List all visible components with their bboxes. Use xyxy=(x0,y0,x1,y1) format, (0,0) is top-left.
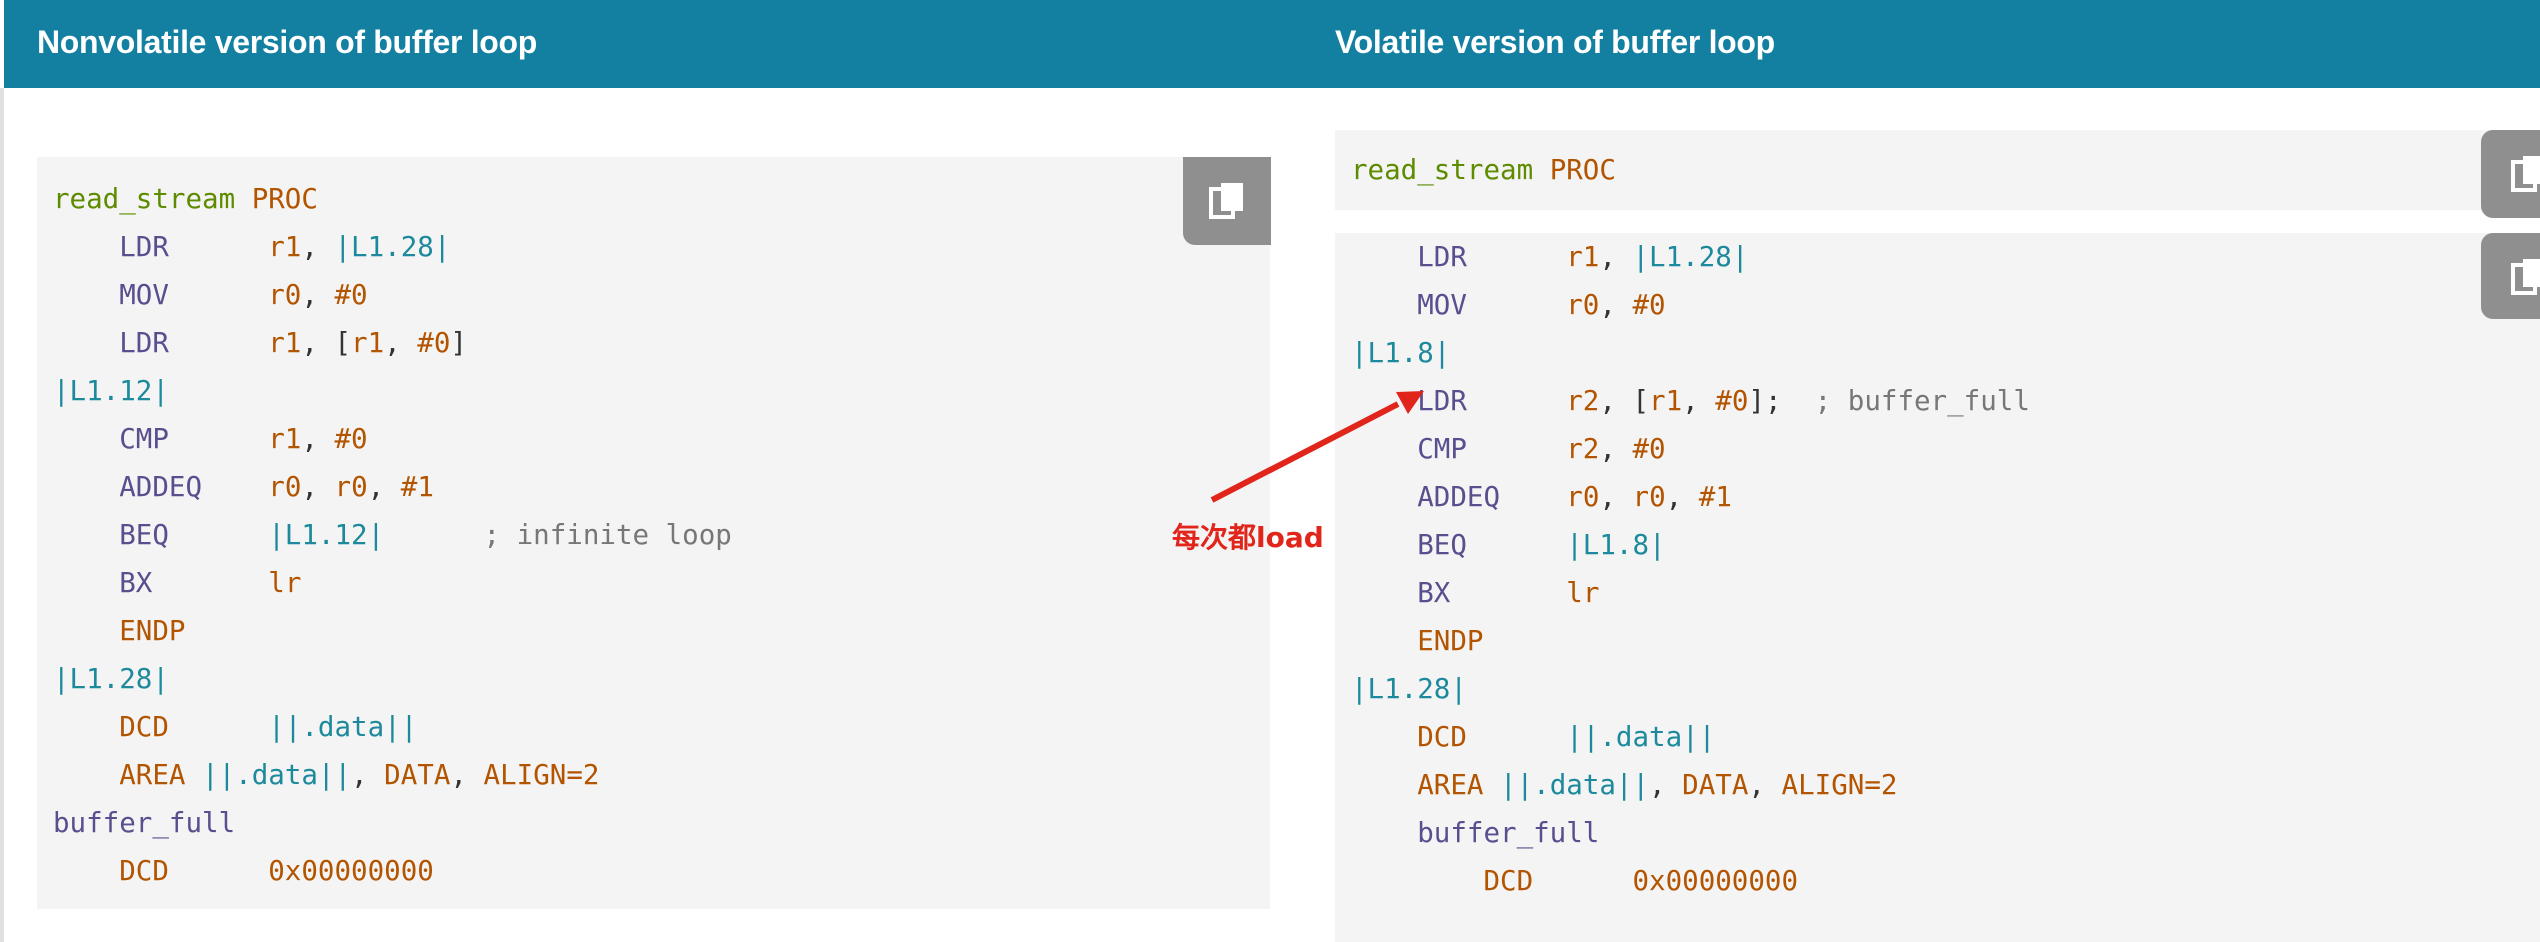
annotation-label: 每次都load xyxy=(1172,521,1324,554)
annotation-arrow xyxy=(1210,391,1424,503)
